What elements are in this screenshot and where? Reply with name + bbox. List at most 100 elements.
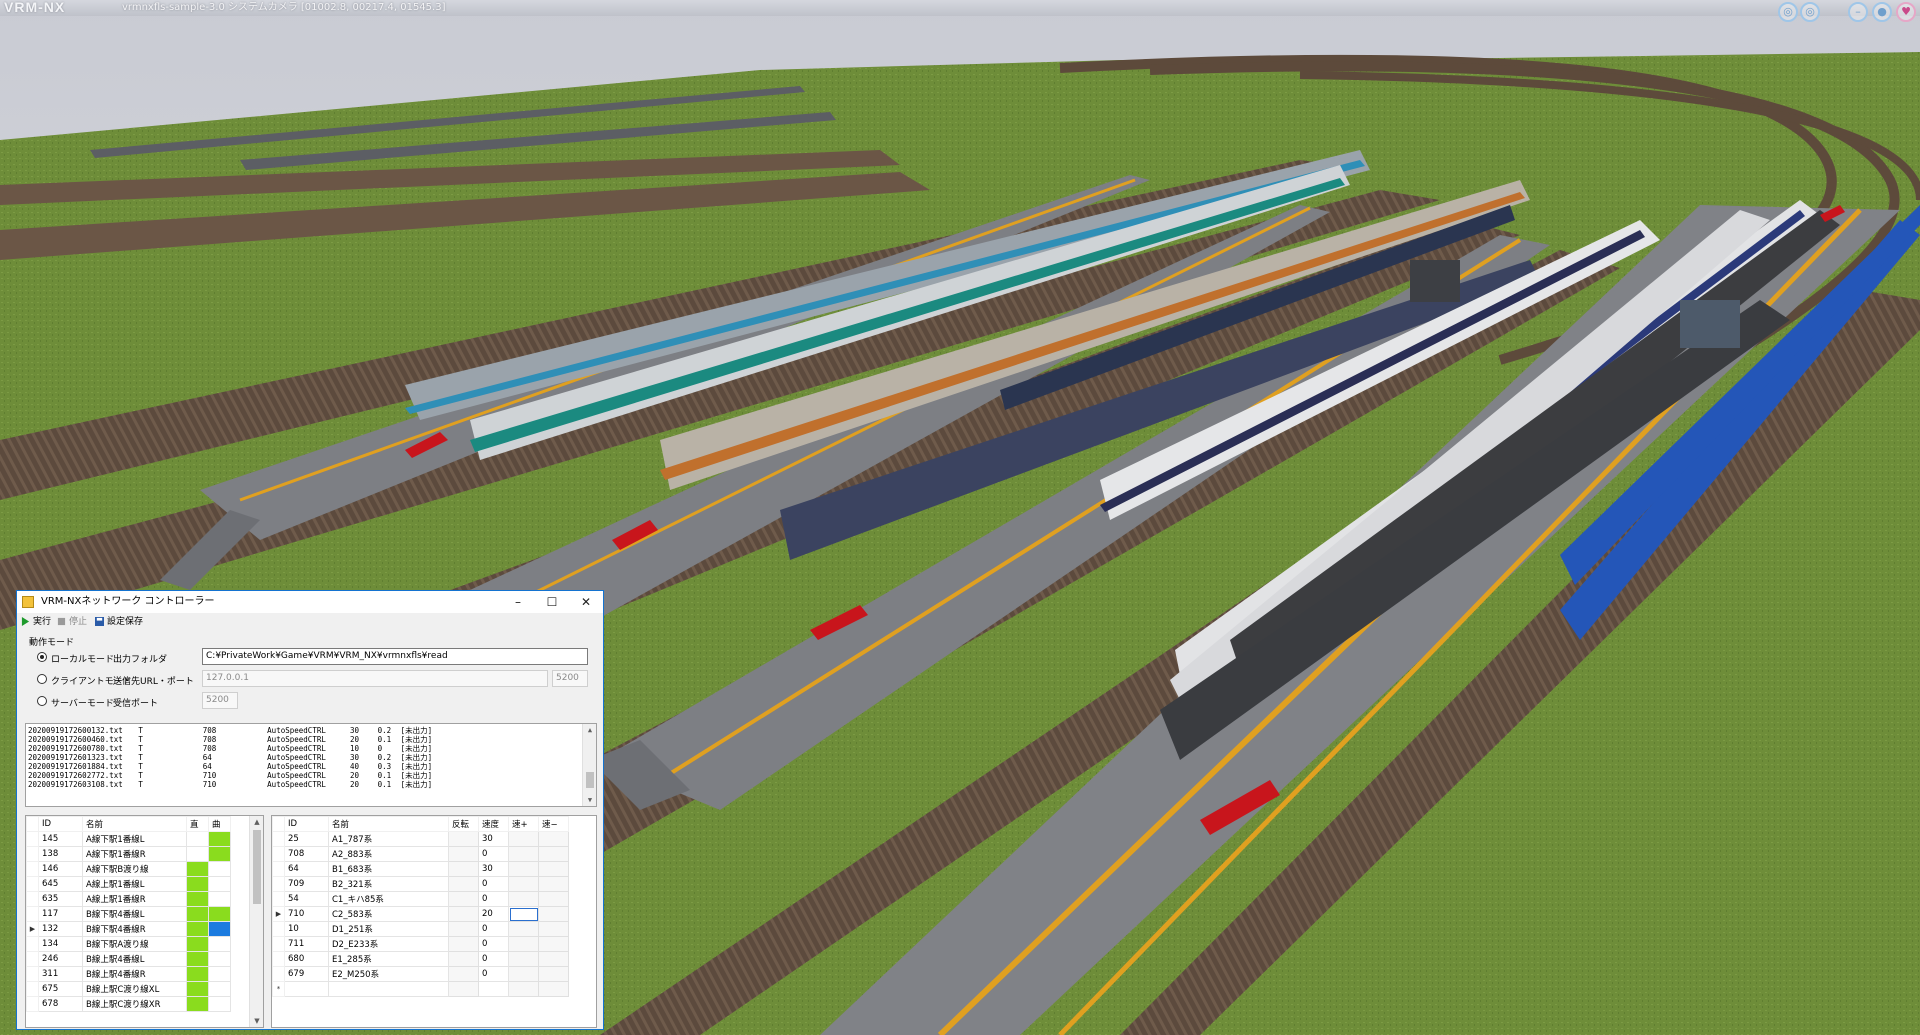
points-row[interactable]: 678 B線上駅C渡り線XR xyxy=(26,996,231,1012)
reverse-button[interactable] xyxy=(448,936,479,952)
point-curve-cell[interactable] xyxy=(208,906,231,922)
point-id[interactable]: 311 xyxy=(38,966,83,982)
point-curve-cell[interactable] xyxy=(208,936,231,952)
train-id[interactable]: 710 xyxy=(284,906,329,922)
stop-button[interactable]: 停止 xyxy=(57,613,87,631)
point-id[interactable]: 246 xyxy=(38,951,83,967)
train-name[interactable]: E2_M250系 xyxy=(328,966,449,982)
reverse-button[interactable] xyxy=(448,876,479,892)
point-id[interactable]: 138 xyxy=(38,846,83,862)
empty-cell[interactable] xyxy=(478,981,509,997)
scroll-down-icon[interactable]: ▼ xyxy=(583,794,596,806)
maximize-button[interactable]: ☐ xyxy=(535,591,569,613)
points-row[interactable]: 134 B線下駅A渡り線 xyxy=(26,936,231,952)
reverse-button[interactable] xyxy=(448,861,479,877)
point-id[interactable]: 678 xyxy=(38,996,83,1012)
client-mode-radio[interactable] xyxy=(37,674,47,684)
minimize-button[interactable]: – xyxy=(501,591,535,613)
col-id[interactable]: ID xyxy=(284,816,329,832)
point-name[interactable]: A線上駅1番線R xyxy=(82,891,187,907)
train-id[interactable]: 64 xyxy=(284,861,329,877)
row-selector[interactable] xyxy=(272,891,285,907)
train-id[interactable]: 25 xyxy=(284,831,329,847)
points-scrollbar[interactable]: ▲ ▼ xyxy=(249,816,263,1027)
minimize-icon[interactable]: – xyxy=(1848,2,1868,22)
speed-down-button[interactable] xyxy=(538,936,569,952)
run-button[interactable]: 実行 xyxy=(21,613,51,631)
empty-cell[interactable] xyxy=(448,981,479,997)
trains-grid[interactable]: ID 名前 反転 速度 速+ 速− 25 A1_787系 30 708 A2_883系 0… xyxy=(271,815,597,1028)
speed-down-button[interactable] xyxy=(538,846,569,862)
point-name[interactable]: B線下駅4番線R xyxy=(82,921,187,937)
col-reverse[interactable]: 反転 xyxy=(448,816,479,832)
receive-port-input[interactable]: 5200 xyxy=(202,692,238,709)
row-selector[interactable] xyxy=(26,861,39,877)
reverse-button[interactable] xyxy=(448,831,479,847)
speed-down-button[interactable] xyxy=(538,966,569,982)
col-straight[interactable]: 直 xyxy=(186,816,209,832)
point-straight-cell[interactable] xyxy=(186,996,209,1012)
empty-cell[interactable] xyxy=(328,981,449,997)
points-row[interactable]: 145 A線下駅1番線L xyxy=(26,831,231,847)
train-name[interactable]: A2_883系 xyxy=(328,846,449,862)
row-selector[interactable] xyxy=(26,996,39,1012)
point-id[interactable]: 134 xyxy=(38,936,83,952)
col-speed[interactable]: 速度 xyxy=(478,816,509,832)
train-speed[interactable]: 0 xyxy=(478,936,509,952)
destination-url-input[interactable]: 127.0.0.1 xyxy=(202,670,548,687)
train-speed[interactable]: 20 xyxy=(478,906,509,922)
row-selector[interactable] xyxy=(26,966,39,982)
reverse-button[interactable] xyxy=(448,846,479,862)
row-selector[interactable] xyxy=(26,951,39,967)
point-id[interactable]: 635 xyxy=(38,891,83,907)
point-id[interactable]: 645 xyxy=(38,876,83,892)
train-id[interactable]: 679 xyxy=(284,966,329,982)
train-id[interactable]: 10 xyxy=(284,921,329,937)
col-name[interactable]: 名前 xyxy=(82,816,187,832)
row-selector[interactable]: ▶ xyxy=(272,906,285,922)
speed-up-button[interactable] xyxy=(508,876,539,892)
train-id[interactable]: 54 xyxy=(284,891,329,907)
point-id[interactable]: 146 xyxy=(38,861,83,877)
train-name[interactable]: B1_683系 xyxy=(328,861,449,877)
scroll-down-icon[interactable]: ▼ xyxy=(250,1015,263,1027)
train-name[interactable]: C1_キハ85系 xyxy=(328,891,449,907)
speed-down-button[interactable] xyxy=(538,921,569,937)
speed-up-button[interactable] xyxy=(508,921,539,937)
point-curve-cell[interactable] xyxy=(208,876,231,892)
row-selector[interactable] xyxy=(26,906,39,922)
row-selector[interactable] xyxy=(26,831,39,847)
point-curve-cell[interactable] xyxy=(208,921,231,937)
speed-down-button[interactable] xyxy=(538,951,569,967)
train-row[interactable]: 709 B2_321系 0 xyxy=(272,876,569,892)
point-curve-cell[interactable] xyxy=(208,891,231,907)
point-name[interactable]: A線下駅B渡り線 xyxy=(82,861,187,877)
window-title-bar[interactable]: VRM-NXネットワーク コントローラー – ☐ ✕ xyxy=(17,591,603,613)
new-row[interactable]: * xyxy=(272,981,569,997)
view-icon[interactable]: ◎ xyxy=(1800,2,1820,22)
col-speed-up[interactable]: 速+ xyxy=(508,816,539,832)
train-speed[interactable]: 30 xyxy=(478,861,509,877)
point-straight-cell[interactable] xyxy=(186,861,209,877)
points-row[interactable]: 246 B線上駅4番線L xyxy=(26,951,231,967)
log-textarea[interactable]: 20200919172600132.txt T 708 AutoSpeedCTRL 30… xyxy=(25,723,597,807)
train-row[interactable]: 64 B1_683系 30 xyxy=(272,861,569,877)
reverse-button[interactable] xyxy=(448,921,479,937)
speed-down-button[interactable] xyxy=(538,906,569,922)
points-row[interactable]: 645 A線上駅1番線L xyxy=(26,876,231,892)
speed-down-button[interactable] xyxy=(538,876,569,892)
speed-up-button[interactable] xyxy=(508,951,539,967)
points-row[interactable]: 675 B線上駅C渡り線XL xyxy=(26,981,231,997)
train-speed[interactable]: 0 xyxy=(478,951,509,967)
local-mode-radio[interactable] xyxy=(37,652,47,662)
speed-up-button[interactable] xyxy=(508,966,539,982)
point-straight-cell[interactable] xyxy=(186,921,209,937)
empty-cell[interactable] xyxy=(538,981,569,997)
train-id[interactable]: 708 xyxy=(284,846,329,862)
scroll-thumb[interactable] xyxy=(586,772,594,788)
output-folder-input[interactable]: C:¥PrivateWork¥Game¥VRM¥VRM_NX¥vrmnxfls¥… xyxy=(202,648,588,665)
row-selector[interactable] xyxy=(272,831,285,847)
point-curve-cell[interactable] xyxy=(208,861,231,877)
reverse-button[interactable] xyxy=(448,891,479,907)
points-row[interactable]: 146 A線下駅B渡り線 xyxy=(26,861,231,877)
